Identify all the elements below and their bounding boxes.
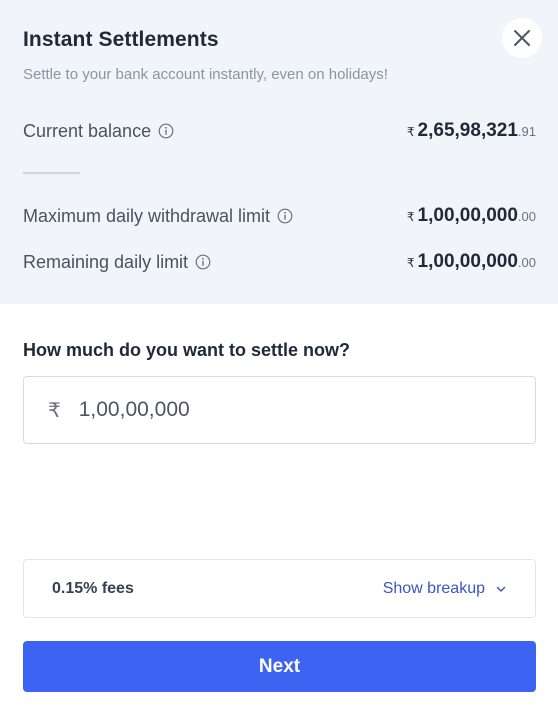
- rupee-icon: ₹: [48, 399, 61, 422]
- show-breakup-label: Show breakup: [382, 579, 485, 597]
- page-title: Instant Settlements: [23, 28, 219, 51]
- close-icon: [514, 30, 530, 46]
- max-daily-limit-row: Maximum daily withdrawal limit ₹ 1,00,00…: [23, 203, 536, 229]
- chevron-down-icon: [496, 586, 506, 592]
- remaining-limit-value: ₹ 1,00,00,000 .00: [406, 251, 536, 272]
- current-balance-value: ₹ 2,65,98,321 .91: [406, 120, 536, 141]
- current-balance-label: Current balance: [23, 120, 152, 141]
- next-button[interactable]: Next: [23, 641, 536, 692]
- info-icon[interactable]: [277, 208, 293, 224]
- max-daily-limit-value: ₹ 1,00,00,000 .00: [406, 205, 536, 226]
- page-subtitle: Settle to your bank account instantly, e…: [23, 66, 388, 83]
- info-icon[interactable]: [158, 123, 174, 139]
- divider: [23, 172, 80, 174]
- current-balance-row: Current balance ₹ 2,65,98,321 .91: [23, 118, 536, 144]
- show-breakup-link[interactable]: Show breakup: [383, 580, 507, 598]
- fees-box: 0.15% fees Show breakup: [23, 559, 536, 618]
- fees-text: 0.15% fees: [52, 579, 134, 597]
- settle-amount-field[interactable]: ₹: [23, 376, 536, 444]
- info-icon[interactable]: [195, 254, 211, 270]
- close-button[interactable]: [502, 18, 542, 58]
- max-daily-limit-label: Maximum daily withdrawal limit: [23, 205, 271, 226]
- settle-question: How much do you want to settle now?: [23, 340, 350, 360]
- remaining-limit-label: Remaining daily limit: [23, 251, 189, 272]
- remaining-limit-row: Remaining daily limit ₹ 1,00,00,000 .00: [23, 249, 536, 275]
- settle-amount-input[interactable]: [78, 398, 459, 422]
